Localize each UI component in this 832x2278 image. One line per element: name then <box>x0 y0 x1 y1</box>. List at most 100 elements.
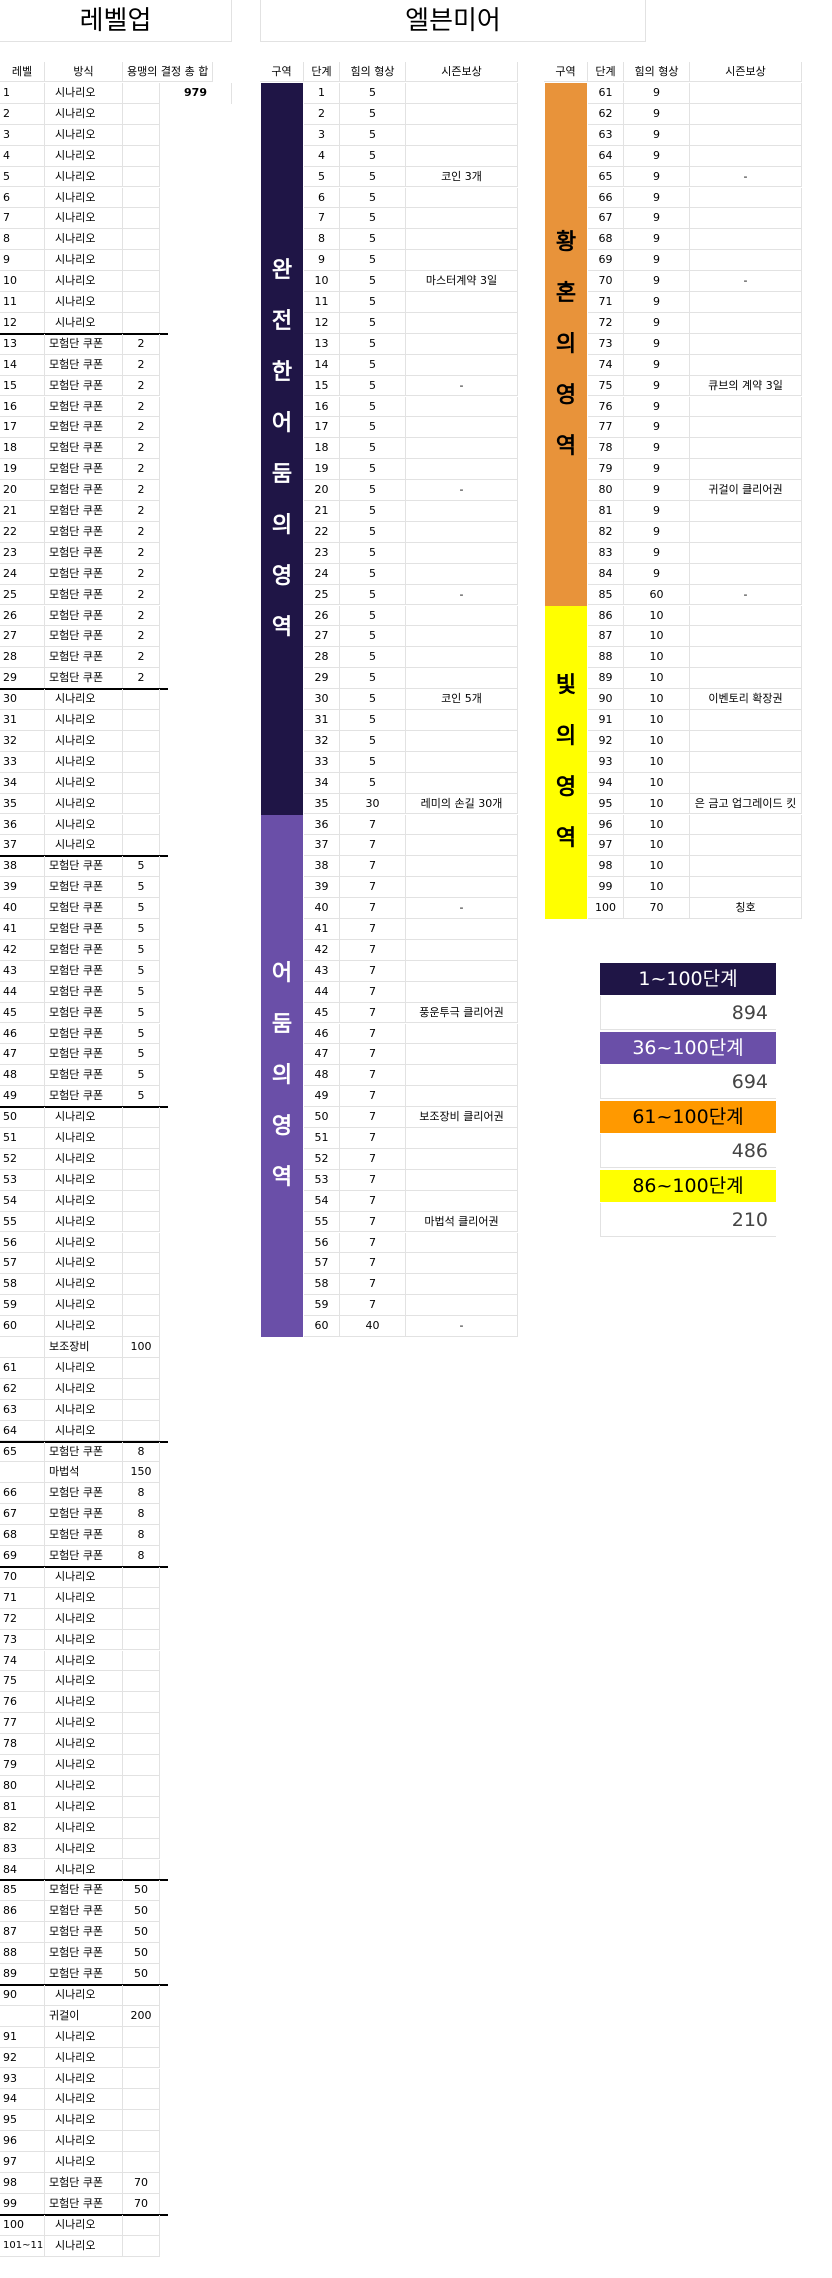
stage-cell: 77 <box>588 417 624 439</box>
reward-cell <box>406 626 518 648</box>
reward-cell <box>406 1128 518 1149</box>
zone-label-char: 어 <box>271 961 293 987</box>
reward-cell <box>690 333 802 355</box>
reward-cell <box>690 438 802 460</box>
reward-cell <box>406 919 518 940</box>
valor-cell: 5 <box>123 960 160 982</box>
power-cell: 7 <box>340 877 406 899</box>
valor-cell <box>123 1190 160 1212</box>
level-cell: 27 <box>0 626 45 648</box>
zone-label-char: 역 <box>555 433 577 459</box>
reward-cell: - <box>690 166 802 188</box>
method-cell: 모험단 쿠폰 <box>45 1525 123 1546</box>
stage-cell: 23 <box>304 542 340 564</box>
stage-cell: 38 <box>304 856 340 878</box>
power-cell: 5 <box>340 563 406 585</box>
valor-cell <box>123 835 160 857</box>
power-cell: 7 <box>340 1211 406 1233</box>
reward-cell <box>690 229 802 251</box>
power-cell: 5 <box>340 584 406 606</box>
stage-cell: 57 <box>304 1253 340 1275</box>
level-cell: 1 <box>0 83 45 104</box>
stage-cell: 53 <box>304 1169 340 1191</box>
method-cell: 모험단 쿠폰 <box>45 1880 123 1902</box>
zone-label-char: 역 <box>271 614 293 640</box>
power-cell: 5 <box>340 208 406 230</box>
valor-cell: 2 <box>123 459 160 481</box>
valor-cell <box>123 292 160 313</box>
zone-label-char: 역 <box>271 1165 293 1191</box>
stage-cell: 36 <box>304 814 340 836</box>
level-cell: 43 <box>0 960 45 982</box>
power-cell: 5 <box>340 396 406 418</box>
method-cell: 모험단 쿠폰 <box>45 668 123 690</box>
method-cell: 시나리오 <box>45 1629 123 1651</box>
power-cell: 10 <box>624 751 690 773</box>
level-cell: 78 <box>0 1734 45 1755</box>
level-cell: 96 <box>0 2131 45 2153</box>
stage-cell: 17 <box>304 417 340 439</box>
method-cell: 시나리오 <box>45 1232 123 1254</box>
stage-cell: 31 <box>304 710 340 731</box>
power-cell: 7 <box>340 1128 406 1149</box>
stage-cell: 45 <box>304 1002 340 1024</box>
reward-cell <box>690 83 802 104</box>
level-cell: 32 <box>0 730 45 752</box>
level-cell: 63 <box>0 1399 45 1421</box>
method-cell: 시나리오 <box>45 166 123 188</box>
level-cell: 86 <box>0 1901 45 1923</box>
method-cell: 모험단 쿠폰 <box>45 1943 123 1964</box>
valor-cell: 2 <box>123 563 160 585</box>
level-cell: 91 <box>0 2026 45 2048</box>
stage-cell: 54 <box>304 1190 340 1212</box>
reward-cell <box>406 668 518 690</box>
reward-cell: - <box>406 1316 518 1337</box>
stage-cell: 92 <box>588 730 624 752</box>
method-cell: 시나리오 <box>45 1274 123 1296</box>
zone-label-char: 의 <box>271 512 293 538</box>
valor-cell: 2 <box>123 480 160 501</box>
level-cell: 11 <box>0 292 45 313</box>
valor-cell: 50 <box>123 1943 160 1964</box>
level-cell: 65 <box>0 1441 45 1463</box>
valor-cell: 5 <box>123 1023 160 1045</box>
method-cell: 모험단 쿠폰 <box>45 438 123 460</box>
level-cell: 45 <box>0 1002 45 1024</box>
power-cell: 10 <box>624 647 690 669</box>
level-cell: 5 <box>0 166 45 188</box>
valor-cell <box>123 1838 160 1860</box>
zone-label-char: 완 <box>271 257 293 283</box>
power-cell: 10 <box>624 605 690 627</box>
power-cell: 5 <box>340 375 406 397</box>
reward-cell <box>690 521 802 543</box>
method-cell: 시나리오 <box>45 814 123 836</box>
reward-cell <box>406 103 518 125</box>
power-cell: 70 <box>624 898 690 919</box>
power-cell: 5 <box>340 187 406 209</box>
zone-label-char: 역 <box>555 826 577 852</box>
power-cell: 5 <box>340 229 406 251</box>
valor-cell: 8 <box>123 1504 160 1526</box>
level-cell: 18 <box>0 438 45 460</box>
reward-cell: - <box>406 584 518 606</box>
valor-cell: 8 <box>123 1546 160 1567</box>
reward-cell <box>406 772 518 794</box>
method-cell: 시나리오 <box>45 1692 123 1714</box>
zone-label-char: 의 <box>555 724 577 750</box>
level-cell: 14 <box>0 354 45 376</box>
reward-cell <box>406 751 518 773</box>
valor-cell: 5 <box>123 919 160 940</box>
power-cell: 10 <box>624 730 690 752</box>
level-cell: 30 <box>0 689 45 710</box>
valor-cell <box>123 83 160 104</box>
valor-cell: 2 <box>123 542 160 564</box>
valor-cell <box>123 1399 160 1421</box>
valor-cell: 5 <box>123 1065 160 1087</box>
valor-cell <box>123 1566 160 1588</box>
stage-cell: 22 <box>304 521 340 543</box>
level-cell: 61 <box>0 1357 45 1379</box>
zone-label-char: 영 <box>555 775 577 801</box>
method-cell: 시나리오 <box>45 83 123 104</box>
level-cell: 36 <box>0 814 45 836</box>
level-cell: 15 <box>0 375 45 397</box>
